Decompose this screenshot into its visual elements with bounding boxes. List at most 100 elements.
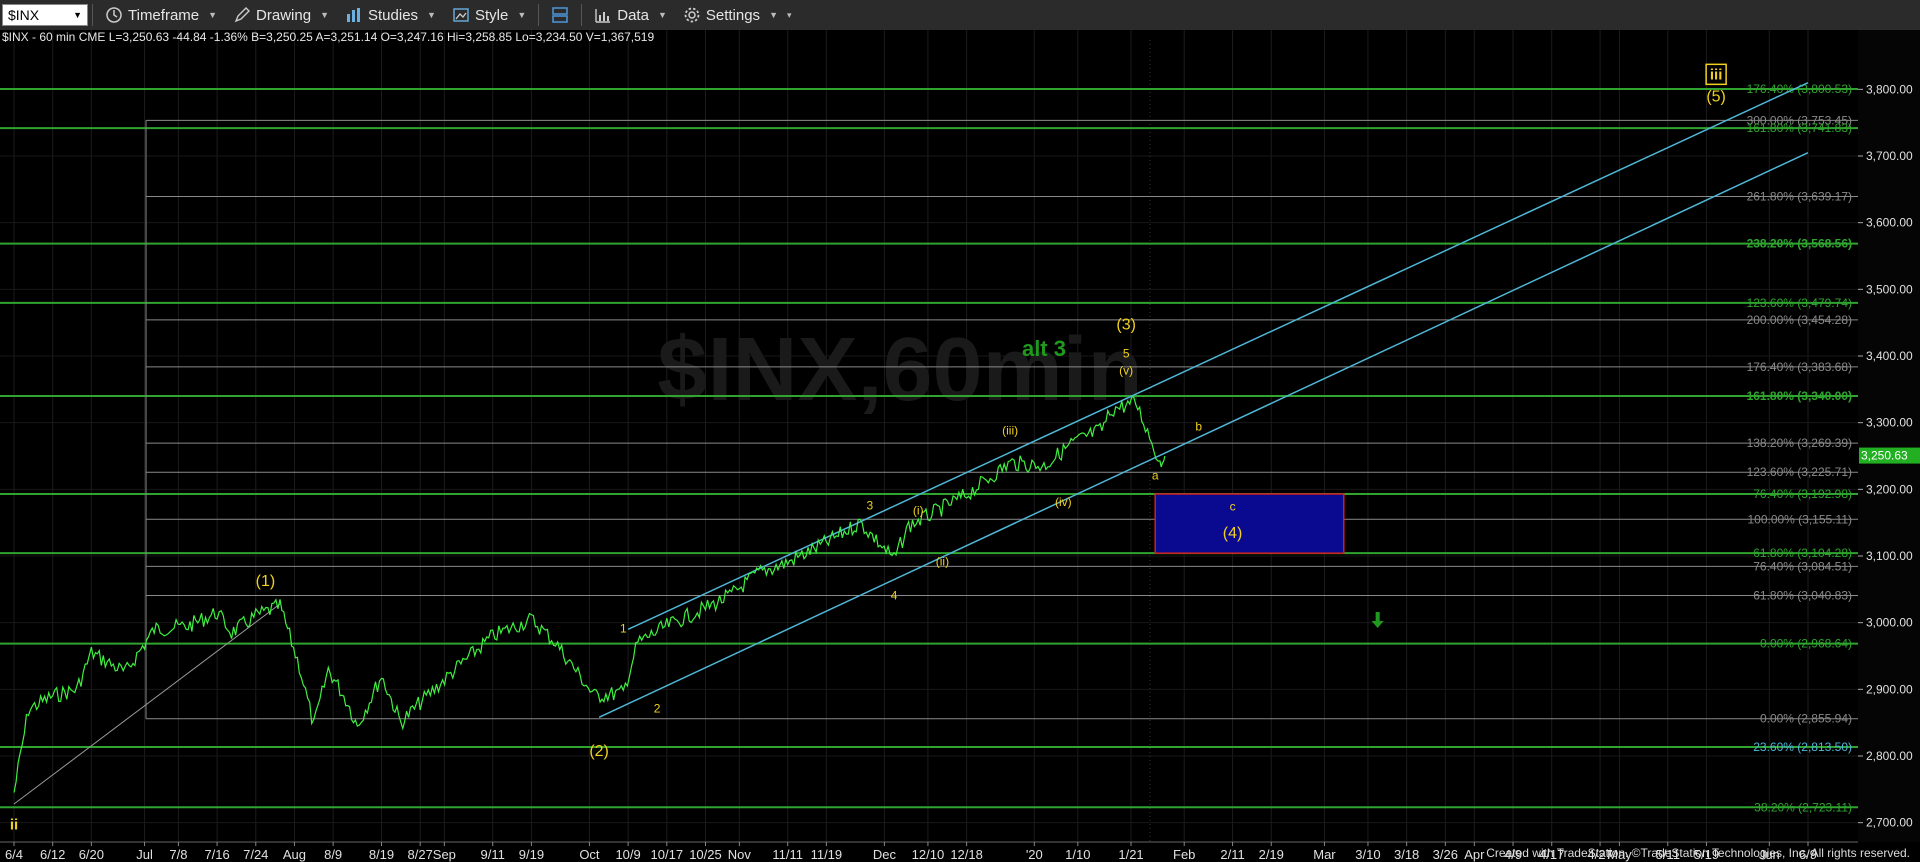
wave-label: (i) — [913, 504, 924, 518]
chevron-down-icon: ▼ — [208, 10, 218, 20]
fib-level-label: 161.80% (3,741.83) — [1747, 121, 1852, 135]
chevron-down-icon: ▼ — [657, 10, 667, 20]
fib-level-label: 176.40% (3,383.68) — [1747, 360, 1852, 374]
settings-label: Settings — [705, 6, 761, 24]
style-button[interactable]: Style ▼ — [444, 2, 534, 28]
drawing-button[interactable]: Drawing ▼ — [225, 2, 337, 28]
wave-label: (3) — [1116, 316, 1136, 333]
chart-background — [0, 30, 1920, 862]
wave-label: (v) — [1119, 364, 1133, 378]
gear-icon — [684, 7, 700, 23]
x-tick-label: Aug — [283, 847, 306, 862]
wave-label: 3 — [867, 498, 874, 512]
x-tick-label: Dec — [873, 847, 897, 862]
wave-label: 5 — [1123, 346, 1130, 360]
wave-label: (2) — [589, 743, 609, 760]
fib-level-label: 76.40% (3,192.98) — [1753, 487, 1852, 501]
alt-wave-label: alt 3 — [1022, 336, 1066, 361]
studies-button[interactable]: Studies ▼ — [337, 2, 444, 28]
wave-label: ii — [10, 816, 18, 833]
y-tick-label: 3,400.00 — [1866, 349, 1913, 363]
studies-icon — [347, 8, 360, 22]
x-tick-label: 3/10 — [1355, 847, 1380, 862]
fib-level-label: 61.80% (3,104.28) — [1753, 546, 1852, 560]
chevron-down-icon: ▼ — [769, 10, 778, 20]
x-tick-label: Feb — [1173, 847, 1195, 862]
x-tick-label: Nov — [728, 847, 752, 862]
x-tick-label: 1/21 — [1118, 847, 1143, 862]
wave-label: (iv) — [1055, 495, 1072, 509]
fib-level-label: 61.80% (3,040.83) — [1753, 588, 1852, 602]
y-tick-label: 3,200.00 — [1866, 482, 1913, 496]
x-tick-label: Jul — [136, 847, 153, 862]
last-price-label: 3,250.63 — [1861, 449, 1908, 463]
layout-icon — [552, 7, 569, 23]
fib-level-label: 176.40% (3,800.53) — [1747, 82, 1852, 96]
x-tick-label: 2/19 — [1259, 847, 1284, 862]
y-tick-label: 3,600.00 — [1866, 216, 1913, 230]
status-line: $INX - 60 min CME L=3,250.63 -44.84 -1.3… — [2, 30, 654, 44]
wave-label: (ii) — [936, 554, 949, 568]
fib-level-label: 138.20% (3,269.39) — [1747, 436, 1852, 450]
y-tick-label: 2,900.00 — [1866, 682, 1913, 696]
y-tick-label: 3,500.00 — [1866, 282, 1913, 296]
x-tick-label: 7/24 — [243, 847, 268, 862]
y-tick-label: 3,000.00 — [1866, 616, 1913, 630]
x-tick-label: 9/19 — [519, 847, 544, 862]
x-tick-label: Sep — [433, 847, 456, 862]
y-tick-label: 2,700.00 — [1866, 816, 1913, 830]
fib-level-label: 100.00% (3,155.11) — [1747, 512, 1852, 526]
fib-level-label: 38.20% (2,723.11) — [1754, 800, 1852, 814]
target-boxes — [1154, 493, 1345, 554]
studies-label: Studies — [368, 6, 419, 24]
fib-level-label: 23.60% (2,813.50) — [1753, 740, 1852, 754]
pencil-icon — [234, 7, 251, 23]
fib-level-label: 238.20% (3,568.56) — [1747, 237, 1852, 251]
data-icon — [595, 9, 611, 23]
chevron-down-icon: ▼ — [320, 10, 329, 20]
x-tick-label: 10/17 — [651, 847, 684, 862]
fib-level-label: 200.00% (3,454.28) — [1747, 313, 1852, 327]
data-label: Data — [617, 6, 649, 24]
symbol-value: $INX — [8, 7, 40, 23]
timeframe-button[interactable]: Timeframe ▼ — [97, 2, 225, 28]
wave-label: c — [1230, 500, 1236, 514]
x-tick-label: 11/19 — [811, 847, 843, 862]
chart-watermark: $INX,60min — [657, 320, 1142, 420]
layout-button[interactable] — [543, 2, 577, 28]
y-tick-label: 3,100.00 — [1866, 549, 1913, 563]
fib-level-label: 161.80% (3,340.00) — [1747, 389, 1852, 403]
x-tick-label: 8/9 — [324, 847, 342, 862]
drawing-label: Drawing — [256, 6, 312, 24]
fib-level-label: 76.40% (3,084.51) — [1753, 559, 1852, 573]
symbol-selector[interactable]: $INX ▼ — [2, 4, 88, 26]
settings-button[interactable]: Settings ▼ ▾ — [675, 2, 800, 28]
fib-level-label: 123.60% (3,479.74) — [1747, 296, 1852, 310]
y-tick-label: 3,800.00 — [1866, 82, 1913, 96]
x-tick-label: 12/18 — [950, 847, 983, 862]
x-tick-label: 7/16 — [204, 847, 229, 862]
data-button[interactable]: Data ▼ — [586, 2, 675, 28]
price-chart[interactable]: $INX,60min 176.40% (3,800.53)300.00% (3,… — [0, 30, 1920, 862]
fib-level-label: 0.00% (2,968.64) — [1760, 637, 1852, 651]
x-tick-label: 6/20 — [79, 847, 104, 862]
x-tick-label: 9/11 — [481, 847, 505, 862]
x-tick-label: Oct — [579, 847, 600, 862]
x-tick-label: 3/18 — [1394, 847, 1419, 862]
wave-label: 4 — [891, 588, 898, 602]
x-tick-label: 1/10 — [1065, 847, 1090, 862]
x-tick-label: 7/8 — [169, 847, 187, 862]
x-tick-label: 10/9 — [615, 847, 640, 862]
y-tick-label: 3,700.00 — [1866, 149, 1913, 163]
x-tick-label: 10/25 — [689, 847, 722, 862]
wave-label: (4) — [1223, 525, 1243, 542]
x-tick-label: 8/27 — [408, 847, 433, 862]
y-tick-label: 3,300.00 — [1866, 416, 1913, 430]
wave-label: (iii) — [1002, 424, 1018, 438]
y-tick-label: 2,800.00 — [1866, 749, 1913, 763]
toolbar: $INX ▼ Timeframe ▼ Drawing ▼ Studies ▼ S… — [0, 0, 1920, 31]
wave-label: (5) — [1706, 88, 1726, 105]
copyright-footer: Created with TradeStation. ©TradeStation… — [1486, 846, 1910, 860]
x-tick-label: 2/11 — [1220, 847, 1244, 862]
fib-level-label: 0.00% (2,855.94) — [1760, 712, 1852, 726]
